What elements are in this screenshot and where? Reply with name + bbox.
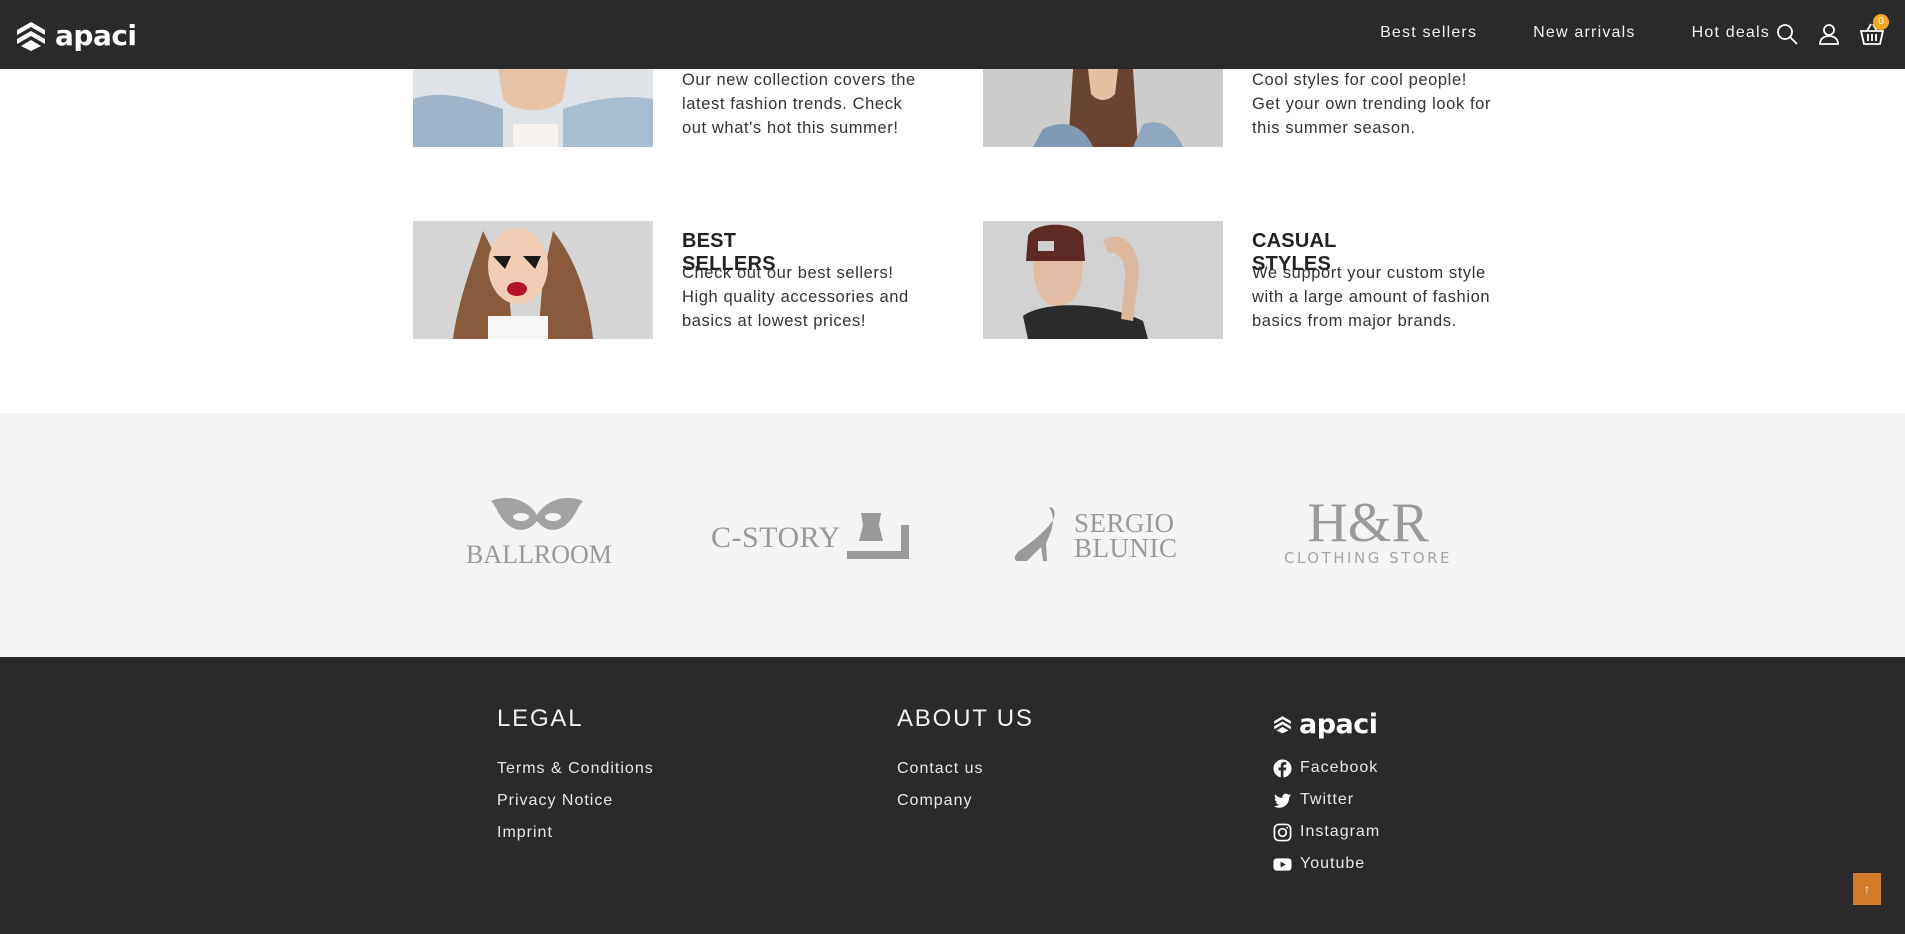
brand-logo-c-story[interactable]: C-STORY	[711, 509, 911, 571]
logo-icon	[1274, 716, 1291, 734]
instagram-icon	[1273, 823, 1292, 841]
footer-social: apaci Facebook Twitter Instagram Youtube	[1273, 709, 1380, 880]
card-description: Check out our best sellers! High quality…	[682, 264, 909, 330]
social-label: Instagram	[1300, 823, 1381, 840]
twitter-icon	[1273, 793, 1292, 808]
social-label: Twitter	[1300, 791, 1355, 808]
logo-text: apaci	[1299, 709, 1378, 740]
woman-beanie-photo[interactable]	[983, 221, 1223, 339]
mask-icon	[491, 497, 583, 530]
woman-denim-jacket-photo[interactable]	[413, 69, 653, 147]
main-nav: Best sellers New arrivals Hot deals	[1380, 24, 1770, 42]
card-description: We support your custom style with a larg…	[1252, 264, 1491, 330]
brand-name: C-STORY	[711, 521, 841, 554]
footer-heading: ABOUT US	[897, 705, 1034, 732]
footer-about: ABOUT US Contact us Company	[897, 705, 1034, 817]
social-link-instagram[interactable]: Instagram	[1273, 816, 1380, 848]
footer-link-terms[interactable]: Terms & Conditions	[497, 753, 654, 785]
footer-logo[interactable]: apaci	[1273, 709, 1380, 740]
youtube-icon	[1273, 857, 1292, 871]
corset-icon	[847, 513, 909, 559]
back-to-top-button[interactable]: ↑	[1853, 873, 1881, 905]
search-icon[interactable]	[1775, 22, 1799, 46]
social-link-youtube[interactable]: Youtube	[1273, 848, 1380, 880]
footer-link-contact[interactable]: Contact us	[897, 753, 1034, 785]
brand-name: BALLROOM	[466, 540, 612, 569]
woman-brown-hair-photo[interactable]	[983, 69, 1223, 147]
woman-heart-sunglasses-photo[interactable]	[413, 221, 653, 339]
brand-name: H&R	[1307, 492, 1429, 554]
high-heel-icon	[1014, 507, 1055, 561]
footer-link-imprint[interactable]: Imprint	[497, 817, 654, 849]
nav-hot-deals[interactable]: Hot deals	[1692, 24, 1770, 42]
site-footer: LEGAL Terms & Conditions Privacy Notice …	[0, 657, 1905, 934]
brand-logos-band: BALLROOM C-STORY SERGIO BLUNIC H&R CLOTH…	[0, 413, 1905, 657]
nav-new-arrivals[interactable]: New arrivals	[1533, 24, 1635, 42]
brand-logo-h-and-r[interactable]: H&R CLOTHING STORE	[1273, 495, 1463, 567]
footer-link-privacy[interactable]: Privacy Notice	[497, 785, 654, 817]
brand-name: SERGIO BLUNIC	[1074, 508, 1178, 563]
social-link-twitter[interactable]: Twitter	[1273, 784, 1380, 816]
nav-best-sellers[interactable]: Best sellers	[1380, 24, 1477, 42]
facebook-icon	[1273, 758, 1292, 778]
site-header: apaci Best sellers New arrivals Hot deal…	[0, 0, 1905, 69]
site-logo[interactable]: apaci	[15, 19, 137, 52]
cart-count-badge: 0	[1873, 14, 1889, 30]
footer-heading: LEGAL	[497, 705, 584, 732]
card-description: Cool styles for cool people! Get your ow…	[1252, 71, 1492, 137]
brand-logo-ballroom[interactable]: BALLROOM	[466, 493, 612, 570]
logo-text: apaci	[55, 19, 137, 52]
logo-icon	[17, 21, 45, 51]
social-label: Facebook	[1300, 759, 1379, 776]
social-link-facebook[interactable]: Facebook	[1273, 752, 1380, 784]
header-actions: 0	[1775, 14, 1889, 46]
basket-icon[interactable]: 0	[1859, 14, 1889, 46]
social-label: Youtube	[1300, 855, 1366, 872]
card-description: Our new collection covers the latest fas…	[682, 71, 916, 137]
footer-legal: LEGAL Terms & Conditions Privacy Notice …	[497, 705, 654, 849]
footer-link-company[interactable]: Company	[897, 785, 1034, 817]
brand-tagline: CLOTHING STORE	[1284, 549, 1452, 567]
brand-logo-sergio-blunic[interactable]: SERGIO BLUNIC	[1011, 505, 1178, 567]
user-icon[interactable]	[1817, 22, 1841, 46]
